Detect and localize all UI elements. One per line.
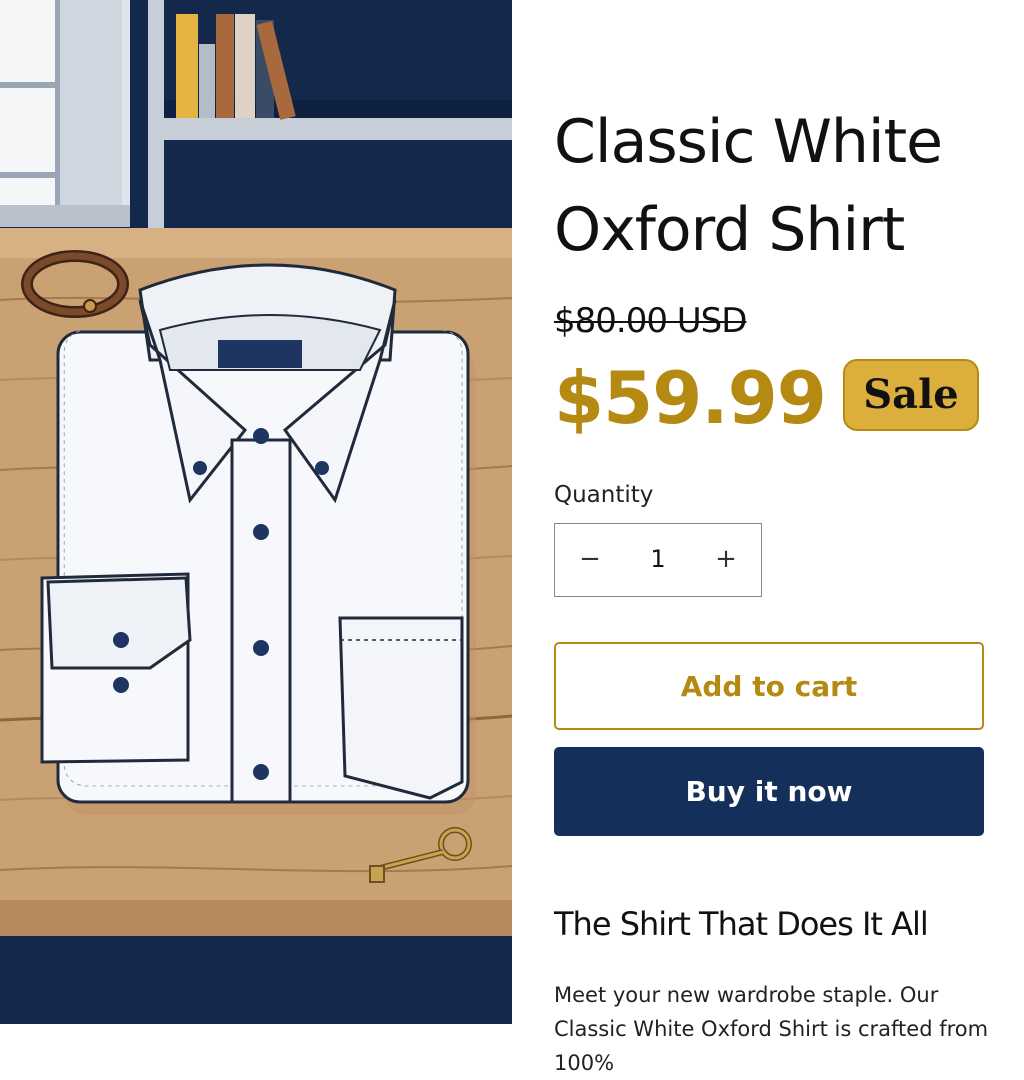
add-to-cart-button[interactable]: Add to cart [554, 642, 984, 730]
quantity-label: Quantity [554, 482, 654, 508]
product-info-panel: Classic White Oxford Shirt $80.00 USD $5… [512, 0, 1024, 1075]
folded-shirt-illustration [40, 263, 476, 815]
description-text: Meet your new wardrobe staple. Our Class… [554, 983, 989, 1075]
compare-at-price: $80.00 USD [554, 301, 747, 341]
quantity-stepper: − + [554, 523, 762, 597]
product-title: Classic White Oxford Shirt [554, 107, 943, 265]
product-image[interactable] [0, 0, 512, 1024]
increase-quantity-button[interactable]: + [691, 524, 761, 595]
description-heading: The Shirt That Does It All [554, 905, 929, 943]
buy-it-now-button[interactable]: Buy it now [554, 747, 984, 836]
sale-badge: Sale [843, 359, 979, 431]
decrease-quantity-button[interactable]: − [555, 524, 625, 595]
window-illustration [0, 0, 130, 227]
sale-price: $59.99 [554, 356, 827, 440]
quantity-input[interactable] [625, 524, 691, 595]
